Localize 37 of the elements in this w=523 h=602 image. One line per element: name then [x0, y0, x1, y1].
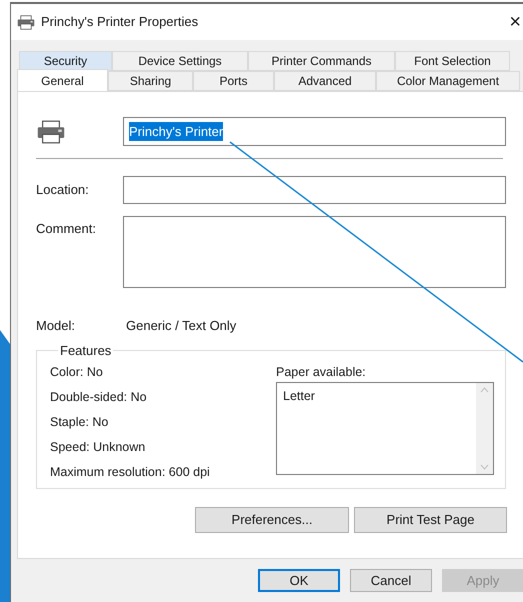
tab[interactable]: Font Selection: [395, 51, 510, 71]
feature-text: Staple: No: [50, 414, 110, 431]
close-button[interactable]: ×: [508, 12, 522, 32]
feature-text: Maximum resolution: 600 dpi: [50, 464, 211, 481]
scroll-down-icon[interactable]: [480, 464, 489, 470]
tab[interactable]: Printer Commands: [248, 51, 395, 71]
print-test-page-button[interactable]: Print Test Page: [354, 506, 507, 532]
window-title: Princhy's Printer Properties: [41, 13, 198, 32]
model-value: Generic / Text Only: [126, 317, 236, 335]
location-field[interactable]: [123, 176, 506, 204]
printer-icon: [36, 120, 66, 144]
comment-field[interactable]: [123, 216, 506, 288]
feature-text: Double-sided: No: [50, 389, 148, 406]
feature-text: Speed: Unknown: [50, 439, 146, 456]
model-label: Model:: [36, 317, 76, 335]
tab[interactable]: Sharing: [108, 71, 193, 91]
dialog-button[interactable]: Cancel: [350, 569, 432, 592]
tab[interactable]: Security: [19, 51, 112, 71]
dialog-button[interactable]: OK: [258, 569, 340, 592]
location-label: Location:: [36, 181, 90, 200]
paper-item[interactable]: Letter: [283, 387, 470, 406]
feature-text: Color: No: [50, 364, 104, 381]
tab[interactable]: Ports: [193, 71, 274, 91]
paper-available-label: Paper available:: [276, 364, 367, 381]
paper-listbox[interactable]: Letter: [276, 382, 494, 475]
printer-name-text: Princhy's Printer: [129, 122, 224, 142]
scroll-up-icon[interactable]: [480, 387, 489, 393]
features-title: Features: [59, 342, 112, 360]
tab[interactable]: Color Management: [376, 71, 520, 91]
tab[interactable]: Advanced: [274, 71, 376, 91]
tab[interactable]: Device Settings: [112, 51, 248, 71]
comment-label: Comment:: [36, 220, 97, 238]
tab[interactable]: General: [17, 69, 108, 91]
printer-icon: [17, 14, 35, 30]
scrollbar[interactable]: [476, 383, 493, 474]
preferences-button[interactable]: Preferences...: [195, 506, 349, 532]
printer-name-field[interactable]: Princhy's Printer: [123, 117, 506, 146]
